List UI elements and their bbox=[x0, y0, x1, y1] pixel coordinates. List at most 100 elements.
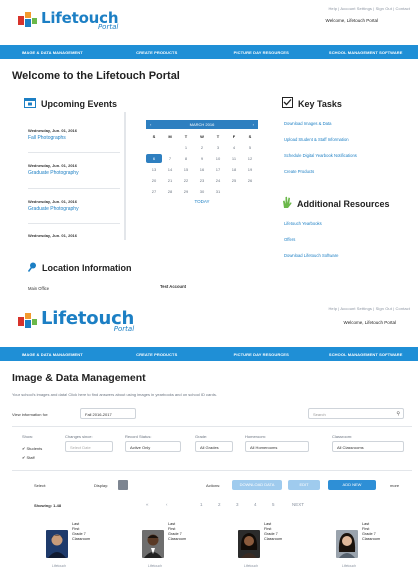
chevron-left-icon[interactable]: ‹ bbox=[150, 120, 151, 129]
key-task-link[interactable]: Schedule Digital Yearbook Notifications bbox=[284, 153, 357, 158]
event-name[interactable]: Fall Photographs bbox=[28, 135, 120, 141]
resource-link[interactable]: Offers bbox=[284, 237, 295, 242]
divider bbox=[12, 426, 412, 427]
grid-view-icon[interactable] bbox=[118, 480, 128, 490]
calendar-day[interactable]: 8 bbox=[178, 154, 194, 163]
calendar-day[interactable]: 14 bbox=[162, 165, 178, 174]
add-new-button[interactable]: ADD NEW bbox=[328, 480, 376, 490]
search-input[interactable]: Search ⚲ bbox=[308, 408, 404, 419]
calendar-day[interactable]: 3 bbox=[210, 143, 226, 152]
edit-button[interactable]: EDIT bbox=[288, 480, 320, 490]
events-scrollbar[interactable] bbox=[124, 112, 126, 240]
classroom-select[interactable]: All Classrooms bbox=[332, 441, 404, 452]
event-item[interactable]: Wednesday, Jun. 01, 2016 Graduate Photog… bbox=[28, 163, 120, 176]
changes-since-input[interactable]: Select Date bbox=[65, 441, 113, 452]
divider bbox=[28, 223, 120, 224]
download-data-button[interactable]: DOWNLOAD DATA bbox=[232, 480, 282, 490]
homeroom-select[interactable]: All Homerooms bbox=[245, 441, 309, 452]
student-photo[interactable] bbox=[46, 530, 68, 558]
calendar-day[interactable]: 12 bbox=[242, 154, 258, 163]
pager-page[interactable]: 5 bbox=[272, 502, 275, 507]
calendar-weekday: M bbox=[168, 134, 172, 139]
nav-create-products[interactable]: CREATE PRODUCTS bbox=[105, 50, 210, 55]
calendar-day[interactable]: 22 bbox=[178, 176, 194, 185]
calendar-day[interactable]: 19 bbox=[242, 165, 258, 174]
top-utility-links[interactable]: Help | Account Settings | Sign Out | Con… bbox=[328, 306, 410, 311]
filter-checkbox-staff[interactable]: ✔ Staff bbox=[22, 455, 35, 460]
calendar-day[interactable]: 10 bbox=[210, 154, 226, 163]
calendar-day[interactable]: 28 bbox=[162, 187, 178, 196]
calendar-day[interactable]: 20 bbox=[146, 176, 162, 185]
student-card[interactable]: Last First Grade 7 Classroom Lifetouch bbox=[232, 522, 310, 577]
event-name[interactable]: Graduate Photography bbox=[28, 170, 120, 176]
calendar-day[interactable]: 2 bbox=[194, 143, 210, 152]
key-task-link[interactable]: Download Images & Data bbox=[284, 121, 331, 126]
calendar-day[interactable]: 13 bbox=[146, 165, 162, 174]
term-select[interactable]: Fall 2016-2017 bbox=[80, 408, 136, 419]
event-item[interactable]: Wednesday, Jun. 01, 2016 Fall Photograph… bbox=[28, 128, 120, 141]
event-item[interactable]: Wednesday, Jun. 01, 2016 Graduate Photog… bbox=[28, 199, 120, 212]
nav-create-products[interactable]: CREATE PRODUCTS bbox=[105, 352, 210, 357]
pager-page[interactable]: 3 bbox=[236, 502, 239, 507]
calendar-day[interactable]: 1 bbox=[178, 143, 194, 152]
calendar-day[interactable]: 31 bbox=[210, 187, 226, 196]
calendar-day[interactable]: 24 bbox=[210, 176, 226, 185]
calendar-day[interactable]: 17 bbox=[210, 165, 226, 174]
chevron-right-icon[interactable]: › bbox=[253, 120, 254, 129]
key-task-link[interactable]: Upload Student & Staff Information bbox=[284, 137, 349, 142]
student-photo[interactable] bbox=[142, 530, 164, 558]
calendar-day[interactable]: 15 bbox=[178, 165, 194, 174]
resource-link[interactable]: Download Lifetouch Software bbox=[284, 253, 338, 258]
event-item[interactable]: Wednesday, Jun. 01, 2016 bbox=[28, 233, 120, 238]
calendar-day[interactable]: 4 bbox=[226, 143, 242, 152]
student-photo[interactable] bbox=[238, 530, 260, 558]
calendar-day[interactable]: 25 bbox=[226, 176, 242, 185]
pager-page[interactable]: 4 bbox=[254, 502, 257, 507]
calendar-weekday: F bbox=[232, 134, 236, 139]
nav-school-software[interactable]: SCHOOL MANAGEMENT SOFTWARE bbox=[314, 352, 418, 357]
pager-page[interactable]: 1 bbox=[200, 502, 203, 507]
student-card[interactable]: Last First Grade 7 Classroom Lifetouch bbox=[330, 522, 408, 577]
calendar-day[interactable]: 21 bbox=[162, 176, 178, 185]
calendar-day[interactable]: 11 bbox=[226, 154, 242, 163]
calendar-day[interactable]: 5 bbox=[242, 143, 258, 152]
pager-next[interactable]: NEXT bbox=[292, 502, 304, 507]
calendar-weekday: T bbox=[184, 134, 188, 139]
calendar-day[interactable]: 7 bbox=[162, 154, 178, 163]
nav-picture-day[interactable]: PICTURE DAY RESOURCES bbox=[209, 352, 314, 357]
calendar-day-today[interactable]: 6 bbox=[146, 154, 162, 163]
grade-select[interactable]: All Grades bbox=[195, 441, 233, 452]
top-utility-links[interactable]: Help | Account Settings | Sign Out | Con… bbox=[328, 6, 410, 11]
pager-prev[interactable]: ‹ bbox=[166, 502, 168, 507]
page-title: Welcome to the Lifetouch Portal bbox=[12, 70, 180, 82]
calendar-day[interactable]: 27 bbox=[146, 187, 162, 196]
student-photo[interactable] bbox=[336, 530, 358, 558]
key-task-link[interactable]: Create Products bbox=[284, 169, 314, 174]
event-name[interactable]: Graduate Photography bbox=[28, 206, 120, 212]
record-status-select[interactable]: Active Only bbox=[125, 441, 181, 452]
pager-first[interactable]: « bbox=[146, 502, 149, 507]
search-icon[interactable]: ⚲ bbox=[396, 411, 400, 417]
lifetouch-logo[interactable]: Lifetouch Portal bbox=[18, 310, 134, 333]
calendar-day[interactable]: 18 bbox=[226, 165, 242, 174]
calendar-day[interactable]: 29 bbox=[178, 187, 194, 196]
more-dropdown[interactable]: more bbox=[390, 483, 399, 488]
student-card[interactable]: Last First Grade 7 Classroom Lifetouch bbox=[40, 522, 118, 577]
student-card[interactable]: Last First Grade 7 Classroom Lifetouch bbox=[136, 522, 214, 577]
divider bbox=[12, 470, 412, 471]
lifetouch-logo[interactable]: Lifetouch Portal bbox=[18, 10, 119, 32]
nav-image-data[interactable]: IMAGE & DATA MANAGEMENT bbox=[0, 50, 105, 55]
calendar-day[interactable]: 30 bbox=[194, 187, 210, 196]
calendar-day[interactable]: 26 bbox=[242, 176, 258, 185]
calendar-day[interactable]: 9 bbox=[194, 154, 210, 163]
calendar-day[interactable]: 16 bbox=[194, 165, 210, 174]
calendar-day[interactable]: 23 bbox=[194, 176, 210, 185]
resource-link[interactable]: Lifetouch Yearbooks bbox=[284, 221, 322, 226]
nav-school-software[interactable]: SCHOOL MANAGEMENT SOFTWARE bbox=[314, 50, 418, 55]
filter-value: Students bbox=[26, 446, 43, 451]
nav-image-data[interactable]: IMAGE & DATA MANAGEMENT bbox=[0, 352, 105, 357]
pager-page[interactable]: 2 bbox=[218, 502, 221, 507]
filter-checkbox-students[interactable]: ✔ Students bbox=[22, 446, 42, 451]
calendar-today-link[interactable]: TODAY bbox=[146, 199, 258, 204]
nav-picture-day[interactable]: PICTURE DAY RESOURCES bbox=[209, 50, 314, 55]
